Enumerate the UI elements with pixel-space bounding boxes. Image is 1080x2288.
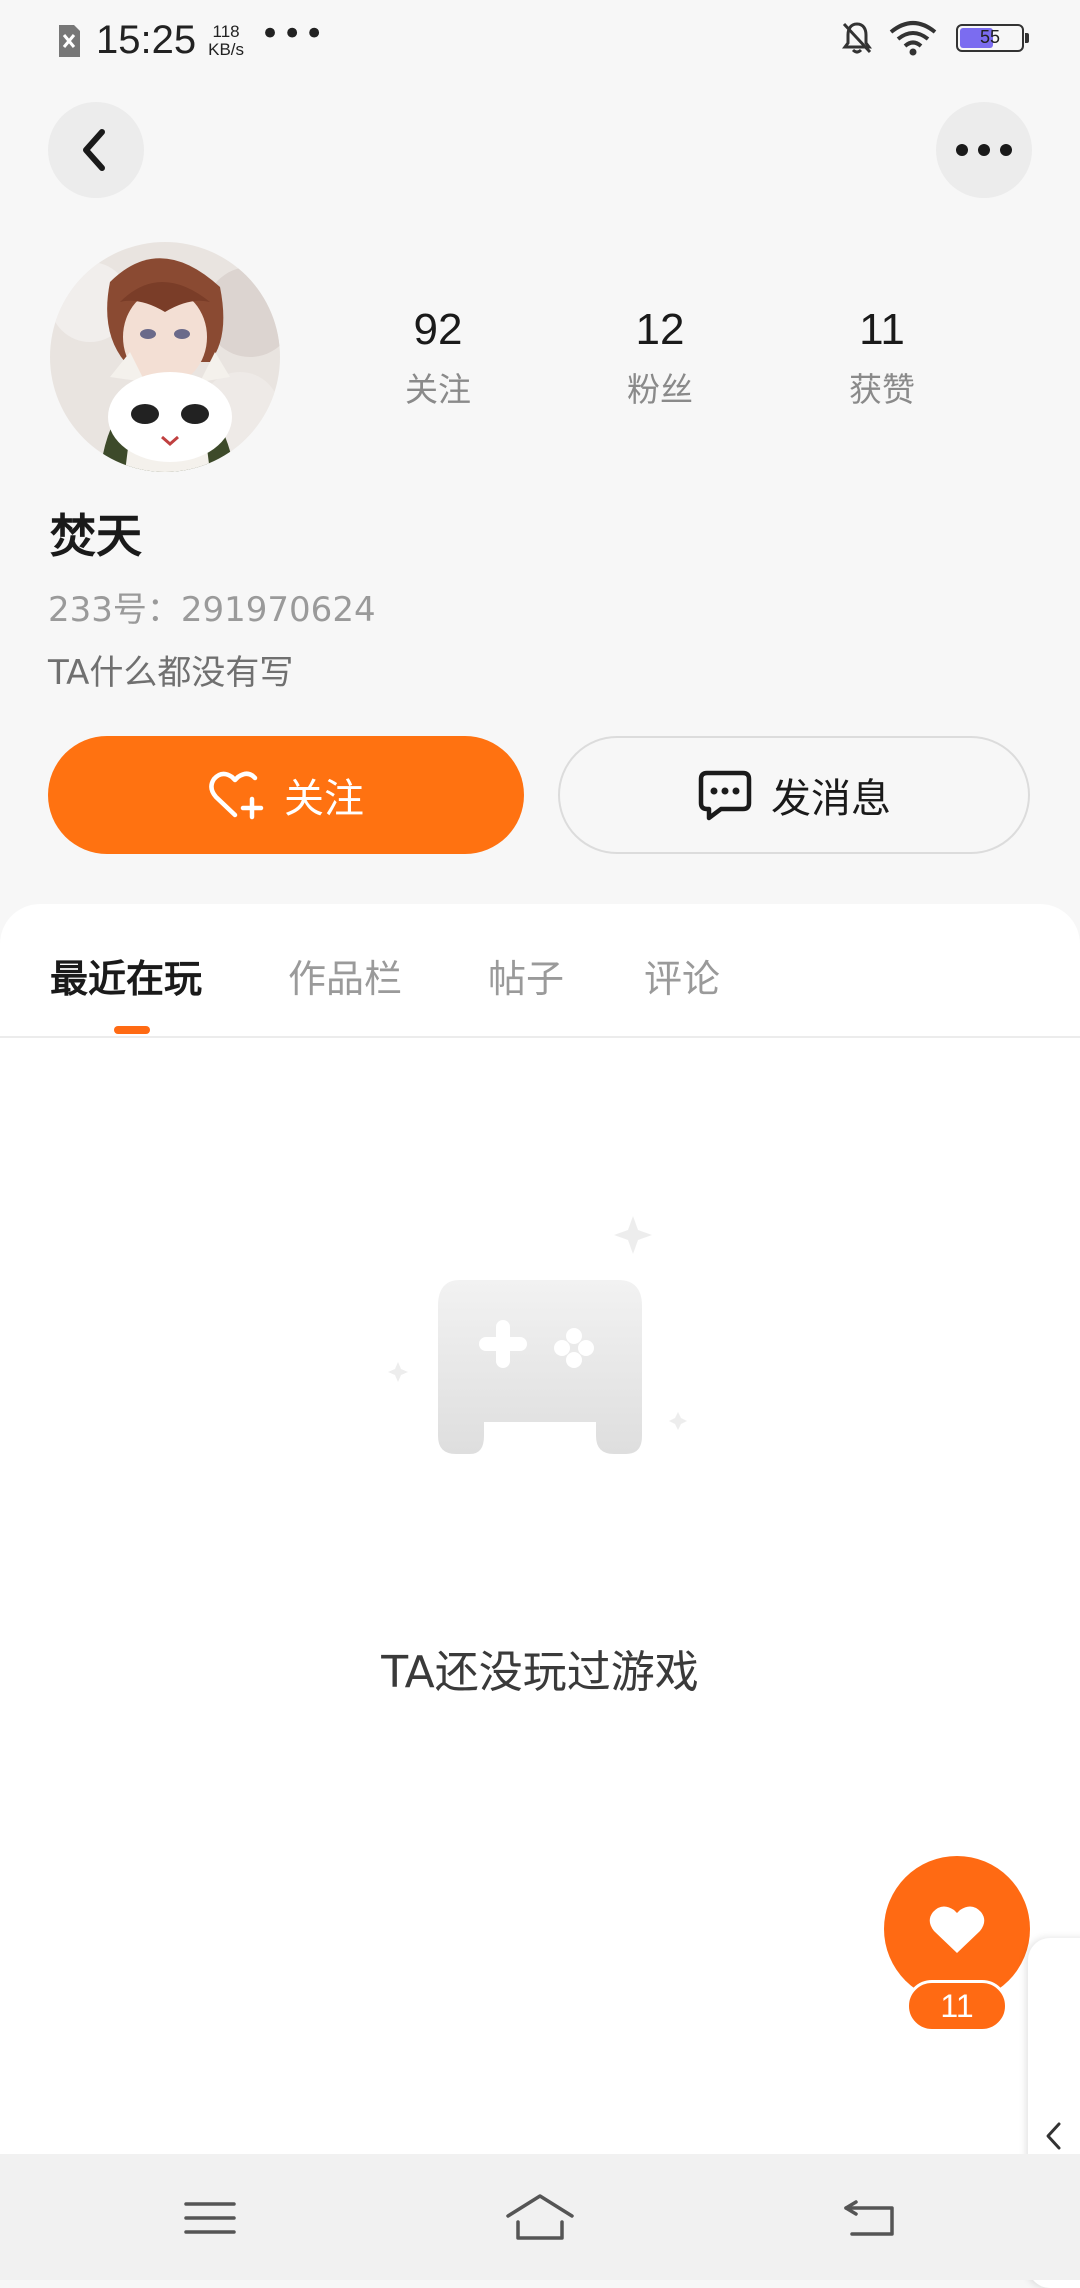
- like-count-badge: 11: [906, 1980, 1008, 2032]
- clock: 15:25: [96, 18, 197, 62]
- back-button[interactable]: [48, 102, 144, 198]
- tab-comments[interactable]: 评论: [644, 948, 720, 1003]
- likes-label: 获赞: [849, 370, 915, 409]
- tab-works[interactable]: 作品栏: [288, 948, 402, 1003]
- active-tab-indicator: [114, 1026, 150, 1034]
- chat-bubble-icon: [698, 770, 752, 821]
- followers-count: 12: [635, 305, 685, 354]
- heart-plus-icon: [209, 771, 264, 820]
- sim-off-icon: [59, 24, 80, 57]
- empty-state-message: TA还没玩过游戏: [381, 1647, 699, 1698]
- chevron-left-icon: [1046, 2122, 1061, 2150]
- status-bar: 15:25 118 KB/s ••• 55: [0, 0, 1080, 86]
- following-count: 92: [413, 305, 463, 354]
- system-nav-bar: [0, 2154, 1080, 2280]
- wifi-icon: [889, 21, 937, 56]
- notification-dots: •••: [260, 13, 327, 54]
- follow-button[interactable]: 关注: [48, 736, 524, 854]
- network-speed: 118 KB/s: [208, 21, 245, 59]
- heart-icon: [929, 1906, 985, 1953]
- followers-label: 粉丝: [627, 370, 693, 409]
- menu-icon[interactable]: [178, 2188, 242, 2248]
- likes-count: 11: [859, 305, 905, 354]
- likes-stat[interactable]: 11 获赞: [782, 305, 982, 411]
- user-bio: TA什么都没有写: [48, 653, 294, 693]
- tab-posts[interactable]: 帖子: [488, 948, 564, 1003]
- back-arrow-icon: [83, 129, 105, 171]
- tab-bar: 最近在玩 作品栏 帖子 评论: [0, 904, 1080, 1038]
- more-horizontal-icon: [956, 144, 1012, 156]
- battery-icon: 55: [956, 24, 1029, 52]
- tab-recently-played[interactable]: 最近在玩: [50, 948, 202, 1003]
- send-message-button[interactable]: 发消息: [558, 736, 1030, 854]
- avatar[interactable]: [50, 242, 280, 472]
- following-stat[interactable]: 92 关注: [338, 305, 538, 411]
- more-button[interactable]: [936, 102, 1032, 198]
- following-label: 关注: [405, 370, 471, 409]
- send-message-label: 发消息: [771, 776, 891, 822]
- gamepad-icon: [388, 1216, 687, 1454]
- home-icon[interactable]: [504, 2188, 576, 2248]
- followers-stat[interactable]: 12 粉丝: [560, 305, 760, 411]
- bell-muted-icon: [842, 22, 872, 54]
- follow-button-label: 关注: [284, 776, 364, 822]
- user-id: 233号：291970624: [48, 590, 376, 630]
- back-icon[interactable]: [838, 2188, 902, 2248]
- username: 焚天: [50, 509, 142, 563]
